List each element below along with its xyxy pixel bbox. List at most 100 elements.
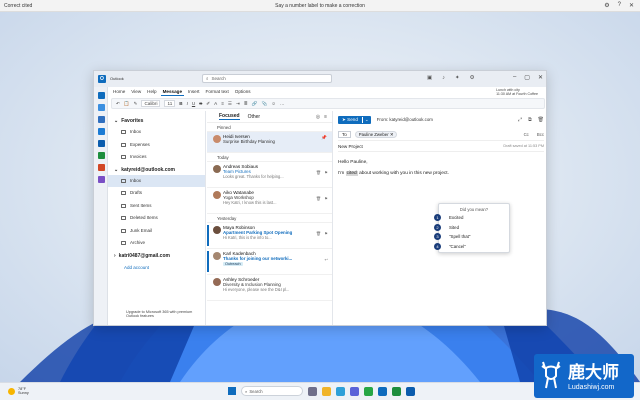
- highlighted-word[interactable]: cited: [345, 171, 358, 176]
- flag-icon[interactable]: ⚑: [324, 196, 328, 202]
- highlight-icon[interactable]: ✐: [206, 101, 210, 107]
- font-name-select[interactable]: Calibri: [141, 100, 161, 107]
- close-icon[interactable]: ✕: [629, 2, 634, 9]
- folder-favorite-inbox[interactable]: Inbox: [108, 126, 205, 139]
- list-item[interactable]: Ashley Schroeder Diversity & Inclusion P…: [207, 275, 332, 301]
- list-item[interactable]: Heidi Iversen Surprise Birthday Planning…: [207, 132, 332, 153]
- bell-icon[interactable]: ♪: [442, 75, 445, 81]
- group-pinned[interactable]: Pinned: [207, 123, 332, 132]
- cc-button[interactable]: Cc: [524, 132, 529, 137]
- account1-header[interactable]: ⌄ katyreid@outlook.com: [108, 164, 205, 175]
- minimize-icon[interactable]: –: [513, 74, 516, 81]
- underline-icon[interactable]: U: [192, 101, 195, 106]
- suggestion-sited[interactable]: 2 Sited: [434, 223, 509, 233]
- todo-icon[interactable]: [97, 128, 105, 135]
- outlook-taskbar-icon[interactable]: [378, 386, 387, 396]
- excel-icon[interactable]: [97, 152, 105, 159]
- send-button[interactable]: ➤ Send ⌄: [338, 115, 371, 124]
- file-explorer-icon[interactable]: [322, 386, 331, 396]
- message-body[interactable]: Hello Pauline, I'm cited about working w…: [338, 152, 544, 176]
- store-icon[interactable]: [364, 386, 373, 396]
- folder-sent[interactable]: Sent Items: [108, 200, 205, 213]
- delete-icon[interactable]: 🗑: [316, 231, 321, 237]
- folder-deleted[interactable]: Deleted Items: [108, 212, 205, 225]
- teams-icon[interactable]: ▣: [427, 75, 432, 81]
- weather-widget[interactable]: 78°F Sunny: [8, 387, 29, 395]
- upgrade-banner[interactable]: Upgrade to Microsoft 365 with premium Ou…: [116, 310, 200, 319]
- powerpoint-icon[interactable]: [97, 164, 105, 171]
- account2-header[interactable]: › katri0487@gmail.com: [108, 250, 205, 261]
- edge-icon[interactable]: [336, 386, 345, 396]
- mail-icon[interactable]: [97, 92, 105, 99]
- folder-archive[interactable]: Archive: [108, 237, 205, 250]
- indent-icon[interactable]: ⇥: [236, 101, 240, 107]
- group-yesterday[interactable]: Yesterday: [207, 214, 332, 223]
- undo-icon[interactable]: ↶: [116, 101, 120, 107]
- list-item[interactable]: Maya Robinson Apartment Parking Spot Ope…: [207, 223, 332, 249]
- onenote-icon[interactable]: [97, 176, 105, 183]
- folder-expenses[interactable]: Expenses: [108, 139, 205, 152]
- windows-start-icon[interactable]: [228, 387, 236, 395]
- maximize-icon[interactable]: ▢: [524, 74, 530, 81]
- folder-invoices[interactable]: Invoices: [108, 151, 205, 164]
- lightbulb-icon[interactable]: ✦: [455, 75, 460, 81]
- pin-icon[interactable]: 📌: [321, 135, 327, 141]
- tab-home[interactable]: Home: [111, 88, 127, 95]
- tab-help[interactable]: Help: [145, 88, 158, 95]
- bcc-button[interactable]: Bcc: [537, 132, 544, 137]
- delete-icon[interactable]: 🗑: [316, 170, 321, 176]
- add-account-link[interactable]: Add account: [108, 261, 205, 270]
- gear-icon[interactable]: ⚙: [604, 2, 609, 9]
- tab-options[interactable]: Options: [233, 88, 253, 95]
- flag-icon[interactable]: ⚑: [324, 170, 328, 176]
- remove-recipient-icon[interactable]: ✕: [390, 132, 394, 137]
- teams-app-icon[interactable]: [350, 386, 359, 396]
- suggestion-cancel[interactable]: 4 "Cancel": [434, 242, 509, 252]
- flag-icon[interactable]: ⚑: [324, 231, 328, 237]
- subject-field[interactable]: New Project: [338, 144, 363, 149]
- tab-focused[interactable]: Focused: [219, 113, 240, 120]
- send-options-chevron-icon[interactable]: ⌄: [361, 116, 371, 123]
- help-icon[interactable]: ?: [618, 2, 621, 9]
- people-icon[interactable]: [97, 116, 105, 123]
- recipient-chip[interactable]: Pauline Zweber ✕: [354, 131, 398, 138]
- folder-drafts[interactable]: Drafts: [108, 187, 205, 200]
- font-size-select[interactable]: 11: [164, 100, 176, 107]
- favorites-header[interactable]: ⌄ Favorites: [108, 115, 205, 126]
- task-view-icon[interactable]: [308, 386, 317, 396]
- filter-icon[interactable]: ≡: [324, 114, 327, 120]
- link-icon[interactable]: 🔗: [252, 101, 258, 107]
- clipboard-icon[interactable]: 📋: [124, 101, 130, 107]
- tab-view[interactable]: View: [129, 88, 143, 95]
- tab-insert[interactable]: Insert: [186, 88, 202, 95]
- group-today[interactable]: Today: [207, 153, 332, 162]
- suggestion-excited[interactable]: 1 Excited: [434, 213, 509, 223]
- list-item[interactable]: Andreas Sobiaus Team Pictures Looks grea…: [207, 162, 332, 188]
- search-box[interactable]: ⌕ Search: [202, 74, 332, 83]
- strikethrough-icon[interactable]: S: [199, 101, 202, 106]
- suggestion-spell-that[interactable]: 3 "Spell that": [434, 232, 509, 242]
- folder-inbox[interactable]: Inbox: [108, 174, 205, 187]
- delete-icon[interactable]: 🗑: [316, 196, 321, 202]
- list-item[interactable]: Aiko Watanabe Yoga Workshop Hey Katri, I…: [207, 188, 332, 214]
- font-color-icon[interactable]: A: [214, 101, 217, 106]
- discard-icon[interactable]: 🗑: [538, 117, 544, 123]
- word-icon[interactable]: [97, 140, 105, 147]
- settings-icon[interactable]: ⚙: [470, 75, 475, 81]
- emoji-icon[interactable]: ☺: [271, 101, 276, 106]
- bullets-icon[interactable]: ≡: [221, 101, 224, 106]
- tab-message[interactable]: Message: [160, 88, 185, 96]
- calendar-icon[interactable]: [97, 104, 105, 111]
- more-icon[interactable]: …: [280, 101, 285, 106]
- numbering-icon[interactable]: ☰: [228, 101, 232, 107]
- excel-taskbar-icon[interactable]: [392, 386, 401, 396]
- bold-icon[interactable]: B: [179, 101, 182, 106]
- tab-other[interactable]: Other: [248, 114, 261, 120]
- to-button[interactable]: To: [338, 131, 351, 138]
- draft-icon[interactable]: ⤢: [518, 117, 522, 123]
- popout-icon[interactable]: ⧉: [528, 117, 532, 123]
- list-item[interactable]: Karl Kadenbach Thanks for joining our ne…: [207, 249, 332, 275]
- reply-icon[interactable]: ↩: [324, 257, 328, 262]
- upcoming-event[interactable]: Lunch with city 11:30 AM at Fourth Coffe…: [496, 88, 538, 96]
- taskbar-search[interactable]: ⌕ Search: [241, 386, 303, 396]
